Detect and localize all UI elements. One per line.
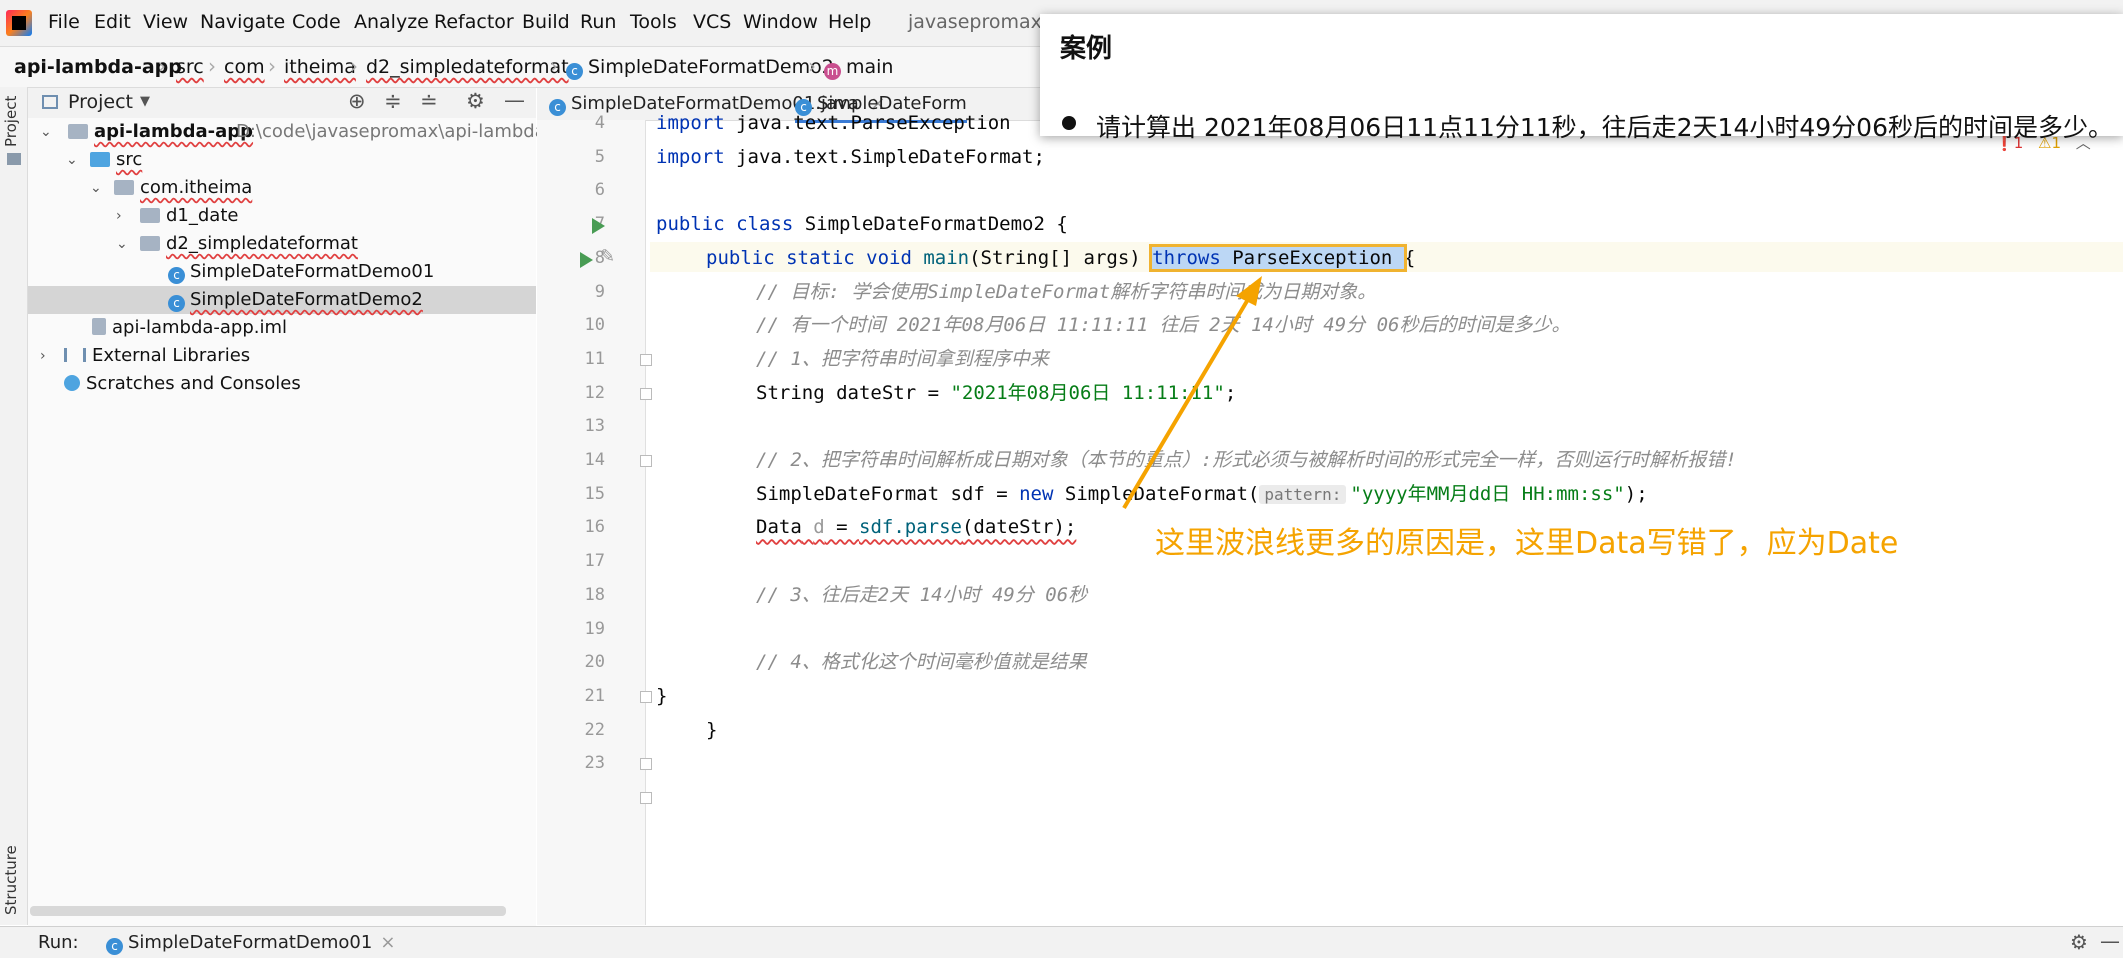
fold-marker-icon[interactable] xyxy=(640,690,652,703)
annotation-text: 这里波浪线更多的原因是，这里Data写错了，应为Date xyxy=(1155,526,1899,561)
run-tab-label: SimpleDateFormatDemo01 xyxy=(128,932,373,953)
run-tab[interactable]: c SimpleDateFormatDemo01 × xyxy=(106,932,395,955)
fold-marker-icon[interactable] xyxy=(640,758,652,771)
gear-icon[interactable]: ⚙ xyxy=(2070,930,2088,954)
fold-marker-icon[interactable] xyxy=(640,353,652,366)
arrow-head xyxy=(1236,276,1262,306)
fold-marker-icon[interactable] xyxy=(640,792,652,804)
fold-marker-icon[interactable] xyxy=(640,455,652,467)
class-icon: c xyxy=(106,938,123,955)
close-icon[interactable]: × xyxy=(380,932,395,953)
fold-marker-icon[interactable] xyxy=(640,387,652,400)
arrow-shaft xyxy=(1122,294,1252,510)
run-bar: Run: c SimpleDateFormatDemo01 × ⚙ — xyxy=(0,926,2123,958)
run-label: Run: xyxy=(38,932,79,953)
minimize-icon[interactable]: — xyxy=(2100,929,2120,953)
annotation-arrow xyxy=(1122,276,1262,510)
